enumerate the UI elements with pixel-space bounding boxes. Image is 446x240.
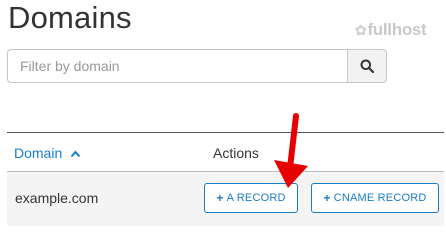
add-cname-record-button[interactable]: + CNAME RECORD — [311, 183, 439, 213]
plus-icon: + — [216, 191, 224, 205]
sort-ascending-icon — [70, 150, 81, 158]
search-input[interactable] — [7, 49, 347, 83]
add-a-record-button[interactable]: + A RECORD — [204, 183, 298, 213]
table-row: example.com + A RECORD + CNAME RECORD — [7, 172, 444, 226]
add-cname-record-label: CNAME RECORD — [333, 192, 427, 204]
brand-logo: ✿fullhost — [355, 20, 427, 40]
add-a-record-label: A RECORD — [226, 192, 286, 204]
brand-logo-text: fullhost — [367, 20, 427, 39]
column-header-domain[interactable]: Domain — [14, 145, 81, 161]
search-icon — [360, 59, 374, 73]
leaf-icon: ✿ — [355, 22, 367, 38]
search-group — [7, 49, 387, 83]
column-header-actions: Actions — [213, 145, 259, 161]
domain-cell: example.com — [15, 190, 99, 206]
search-button[interactable] — [347, 49, 387, 83]
column-header-domain-label: Domain — [14, 145, 63, 161]
plus-icon: + — [323, 191, 331, 205]
page-title: Domains — [8, 0, 132, 35]
table-top-divider — [7, 132, 444, 133]
